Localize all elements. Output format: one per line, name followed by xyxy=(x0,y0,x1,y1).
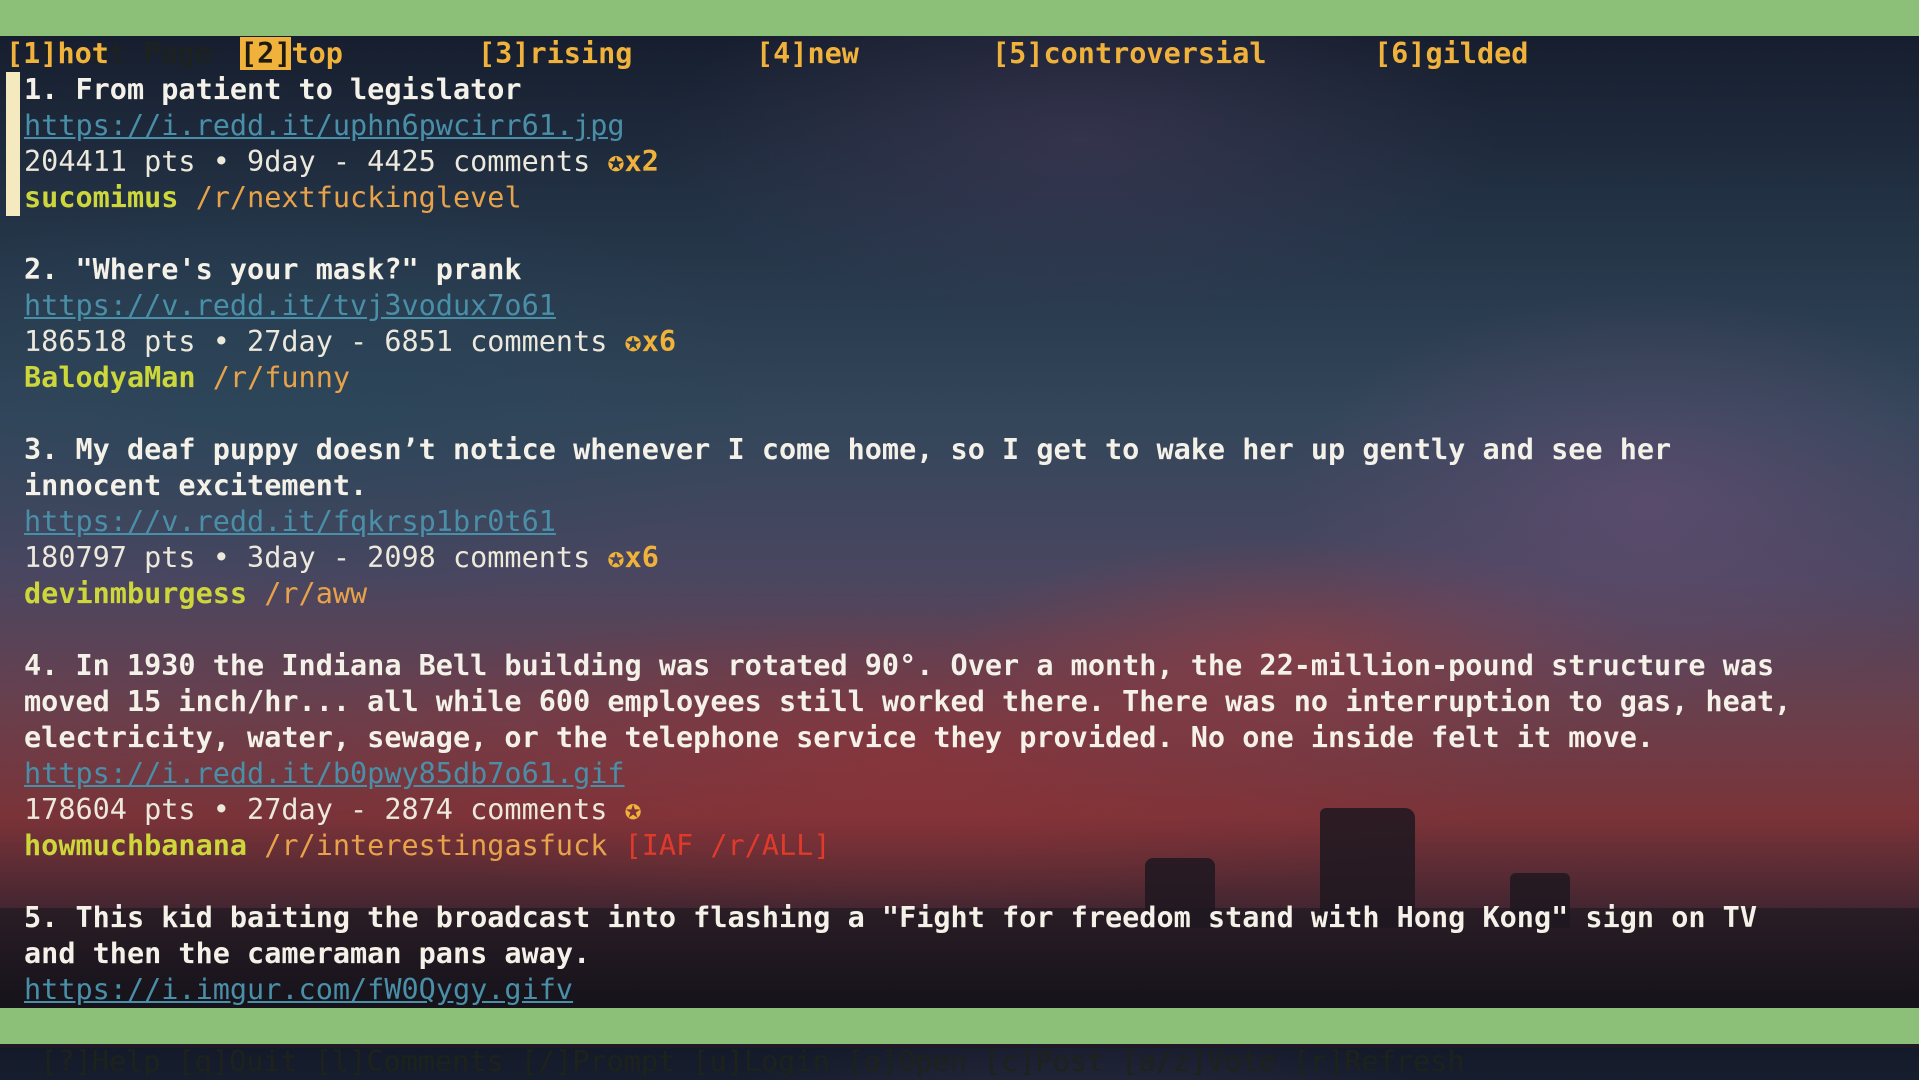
tab-rising[interactable]: [3]rising xyxy=(478,36,632,72)
post-author[interactable]: devinmburgess xyxy=(24,577,247,610)
tab-label: rising xyxy=(529,37,633,70)
post-stats: 180797 pts • 3day - 2098 comments ✪x6 xyxy=(24,540,1919,576)
post-subreddit[interactable]: /r/nextfuckinglevel xyxy=(196,181,522,214)
post-subreddit[interactable]: /r/interestingasfuck xyxy=(264,829,607,862)
gilded-badge: ✪x2 xyxy=(607,145,659,178)
post-meta: howmuchbanana /r/interestingasfuck [IAF … xyxy=(24,828,1919,864)
tab-label: top xyxy=(291,37,343,70)
post-list: 1. From patient to legislator https://i.… xyxy=(0,72,1919,1044)
tab-label: gilded xyxy=(1425,37,1529,70)
tab-label: new xyxy=(807,37,859,70)
list-item[interactable]: 5. This kid baiting the broadcast into f… xyxy=(0,900,1919,1008)
footer-help-text: [?]Help [q]Quit [l]Comments [/]Prompt [u… xyxy=(40,1045,1465,1078)
post-author[interactable]: sucomimus xyxy=(24,181,178,214)
tab-key: [6] xyxy=(1374,37,1426,70)
sort-tabs: [1]hot [2]top [3]rising [4]new [5]contro… xyxy=(0,36,1919,72)
post-stats: 204411 pts • 9day - 4425 comments ✪x2 xyxy=(24,144,1919,180)
post-subreddit[interactable]: /r/aww xyxy=(264,577,367,610)
gilded-badge: ✪x6 xyxy=(607,541,659,574)
post-stats-text: 180797 pts • 3day - 2098 comments xyxy=(24,541,608,574)
post-subreddit[interactable]: /r/funny xyxy=(213,361,350,394)
post-meta: sucomimus /r/nextfuckinglevel xyxy=(24,180,1919,216)
post-link[interactable]: https://i.imgur.com/fW0Qygy.gifv xyxy=(24,972,1919,1008)
tab-key: [3] xyxy=(478,37,530,70)
keybinding-footer: [?]Help [q]Quit [l]Comments [/]Prompt [u… xyxy=(0,1008,1919,1078)
post-stats-text: 178604 pts • 27day - 2874 comments xyxy=(24,793,625,826)
post-title: 3. My deaf puppy doesn’t notice whenever… xyxy=(24,433,1672,502)
post-stats-text: 204411 pts • 9day - 4425 comments xyxy=(24,145,608,178)
post-stats: 186518 pts • 27day - 6851 comments ✪x6 xyxy=(24,324,1919,360)
post-link[interactable]: https://v.redd.it/fqkrsp1br0t61 xyxy=(24,504,1919,540)
tab-top[interactable]: [2]top xyxy=(240,36,343,72)
tab-key: [4] xyxy=(756,37,808,70)
post-title: 4. In 1930 the Indiana Bell building was… xyxy=(24,649,1792,754)
post-stats-text: 186518 pts • 27day - 6851 comments xyxy=(24,325,625,358)
list-item[interactable]: 1. From patient to legislator https://i.… xyxy=(0,72,1919,216)
post-link[interactable]: https://i.redd.it/b0pwy85db7o61.gif xyxy=(24,756,1919,792)
tab-label: controversial xyxy=(1043,37,1267,70)
gilded-badge: ✪x6 xyxy=(624,325,677,358)
tab-key: [5] xyxy=(992,37,1044,70)
post-link[interactable]: https://i.redd.it/uphn6pwcirr61.jpg xyxy=(24,108,1919,144)
tab-key: [1] xyxy=(6,37,58,70)
post-meta: devinmburgess /r/aww xyxy=(24,576,1919,612)
post-stats: 178604 pts • 27day - 2874 comments ✪ xyxy=(24,792,1919,828)
title-bar: Front Page xyxy=(0,0,1919,70)
list-item[interactable]: 2. "Where's your mask?" prank https://v.… xyxy=(0,252,1919,396)
post-author[interactable]: BalodyaMan xyxy=(24,361,196,394)
list-item[interactable]: 3. My deaf puppy doesn’t notice whenever… xyxy=(0,432,1919,612)
post-author[interactable]: howmuchbanana xyxy=(24,829,247,862)
post-link[interactable]: https://v.redd.it/tvj3vodux7o61 xyxy=(24,288,1919,324)
tab-new[interactable]: [4]new xyxy=(756,36,859,72)
tab-hot[interactable]: [1]hot xyxy=(6,36,109,72)
post-flair: [IAF /r/ALL] xyxy=(624,829,831,862)
tab-key: [2] xyxy=(240,37,292,70)
tab-label: hot xyxy=(57,37,109,70)
gilded-badge: ✪ xyxy=(624,793,642,826)
post-title: 2. "Where's your mask?" prank xyxy=(24,253,522,286)
post-title: 1. From patient to legislator xyxy=(24,73,522,106)
list-item[interactable]: 4. In 1930 the Indiana Bell building was… xyxy=(0,648,1919,864)
tab-controversial[interactable]: [5]controversial xyxy=(992,36,1267,72)
post-title: 5. This kid baiting the broadcast into f… xyxy=(24,901,1758,970)
post-meta: BalodyaMan /r/funny xyxy=(24,360,1919,396)
tab-gilded[interactable]: [6]gilded xyxy=(1374,36,1528,72)
